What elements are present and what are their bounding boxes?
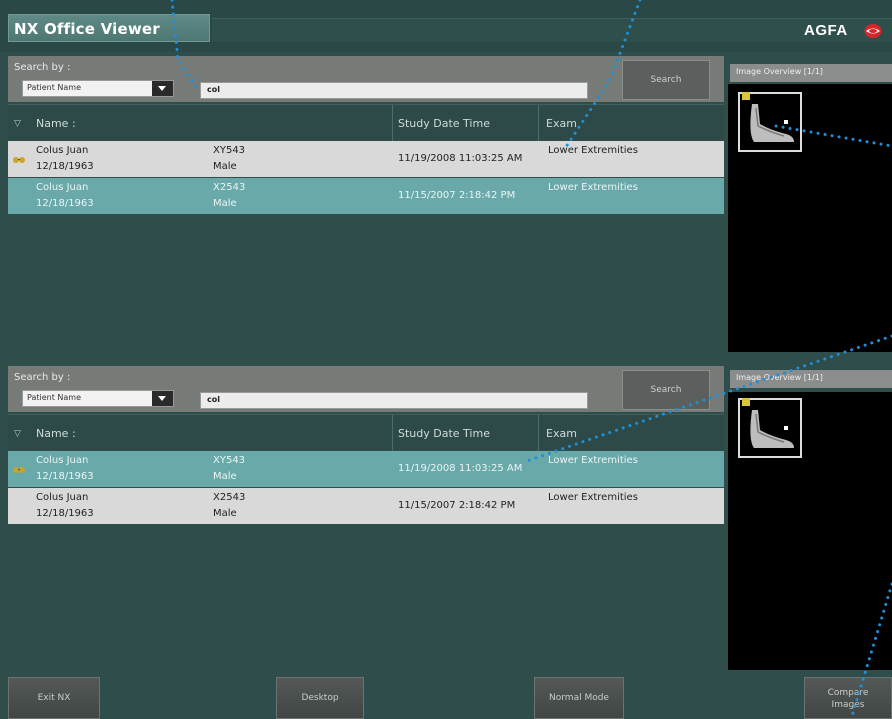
image-thumbnail[interactable] (738, 398, 802, 458)
table-row-selected[interactable]: Colus Juan 12/18/1963 XY543 Male 11/19/2… (8, 451, 724, 487)
column-header-exam[interactable]: Exam (546, 117, 577, 130)
search-button[interactable]: Search (622, 370, 710, 410)
study-date-time: 11/15/2007 2:18:42 PM (398, 500, 516, 511)
exam-name: Lower Extremities (548, 455, 638, 466)
column-header-exam[interactable]: Exam (546, 427, 577, 440)
study-date-time: 11/19/2008 11:03:25 AM (398, 463, 523, 474)
patient-sex: Male (213, 161, 237, 172)
column-header-name[interactable]: Name : (36, 427, 76, 440)
normal-mode-button[interactable]: Normal Mode (534, 677, 624, 719)
table-row-selected[interactable]: Colus Juan 12/18/1963 X2543 Male 11/15/2… (8, 178, 724, 214)
patient-dob: 12/18/1963 (36, 161, 94, 172)
compare-images-button[interactable]: Compare Images (804, 677, 892, 719)
patient-id: X2543 (213, 492, 246, 503)
image-overview-panel (728, 84, 892, 352)
search-button[interactable]: Search (622, 60, 710, 100)
image-overview-title: Image Overview [1/1] (736, 67, 823, 76)
normal-mode-label: Normal Mode (549, 693, 609, 703)
exam-name: Lower Extremities (548, 182, 638, 193)
image-overview-title: Image Overview [1/1] (736, 373, 823, 382)
column-divider (538, 105, 539, 141)
glasses-icon (13, 467, 25, 473)
study-date-time: 11/15/2007 2:18:42 PM (398, 190, 516, 201)
table-header: ▽ Name : Study Date Time Exam (8, 104, 724, 141)
column-divider (392, 105, 393, 141)
foot-xray-icon (750, 104, 794, 142)
compare-images-label-line1: Compare (827, 688, 869, 698)
table-row[interactable]: Colus Juan 12/18/1963 XY543 Male 11/19/2… (8, 141, 724, 177)
image-overview-header: Image Overview [1/1] (730, 370, 892, 388)
study-date-time: 11/19/2008 11:03:25 AM (398, 153, 523, 164)
patient-name: Colus Juan (36, 455, 89, 466)
patient-sex: Male (213, 198, 237, 209)
patient-name: Colus Juan (36, 492, 89, 503)
patient-dob: 12/18/1963 (36, 508, 94, 519)
app-title: NX Office Viewer (14, 20, 160, 38)
desktop-label: Desktop (301, 693, 339, 703)
search-input-value: col (207, 395, 220, 404)
search-input[interactable]: col (200, 82, 588, 99)
patient-name: Colus Juan (36, 182, 89, 193)
image-overview-panel (728, 392, 892, 670)
image-thumbnail[interactable] (738, 92, 802, 152)
agfa-logo-icon (864, 24, 882, 38)
table-header: ▽ Name : Study Date Time Exam (8, 414, 724, 451)
warning-icon (742, 398, 750, 406)
patient-dob: 12/18/1963 (36, 198, 94, 209)
column-header-name[interactable]: Name : (36, 117, 76, 130)
search-by-label: Search by : (14, 372, 71, 383)
column-divider (392, 415, 393, 451)
patient-id: X2543 (213, 182, 246, 193)
patient-sex: Male (213, 471, 237, 482)
image-overview-header: Image Overview [1/1] (730, 64, 892, 82)
search-input-value: col (207, 85, 220, 94)
glasses-icon (13, 157, 25, 163)
patient-dob: 12/18/1963 (36, 471, 94, 482)
search-field-select[interactable]: Patient Name (22, 390, 174, 407)
patient-id: XY543 (213, 455, 246, 466)
exit-nx-button[interactable]: Exit NX (8, 677, 100, 719)
warning-icon (742, 92, 750, 100)
compare-images-label-line2: Images (831, 700, 865, 710)
patient-name: Colus Juan (36, 145, 89, 156)
search-field-select[interactable]: Patient Name (22, 80, 174, 97)
table-row[interactable]: Colus Juan 12/18/1963 X2543 Male 11/15/2… (8, 488, 724, 524)
patient-sex: Male (213, 508, 237, 519)
column-divider (538, 415, 539, 451)
exam-name: Lower Extremities (548, 492, 638, 503)
sort-icon[interactable]: ▽ (14, 119, 21, 129)
desktop-button[interactable]: Desktop (276, 677, 364, 719)
foot-xray-icon (750, 410, 794, 448)
exit-nx-label: Exit NX (37, 693, 71, 703)
column-header-study-date[interactable]: Study Date Time (398, 427, 490, 440)
search-field-value: Patient Name (27, 83, 81, 92)
brand-name: AGFA (804, 22, 848, 39)
title-strip (212, 18, 892, 42)
column-header-study-date[interactable]: Study Date Time (398, 117, 490, 130)
exam-name: Lower Extremities (548, 145, 638, 156)
search-by-label: Search by : (14, 62, 71, 73)
patient-id: XY543 (213, 145, 246, 156)
search-field-value: Patient Name (27, 393, 81, 402)
sort-icon[interactable]: ▽ (14, 429, 21, 439)
chevron-down-icon[interactable] (152, 81, 173, 96)
search-input[interactable]: col (200, 392, 588, 409)
chevron-down-icon[interactable] (152, 391, 173, 406)
